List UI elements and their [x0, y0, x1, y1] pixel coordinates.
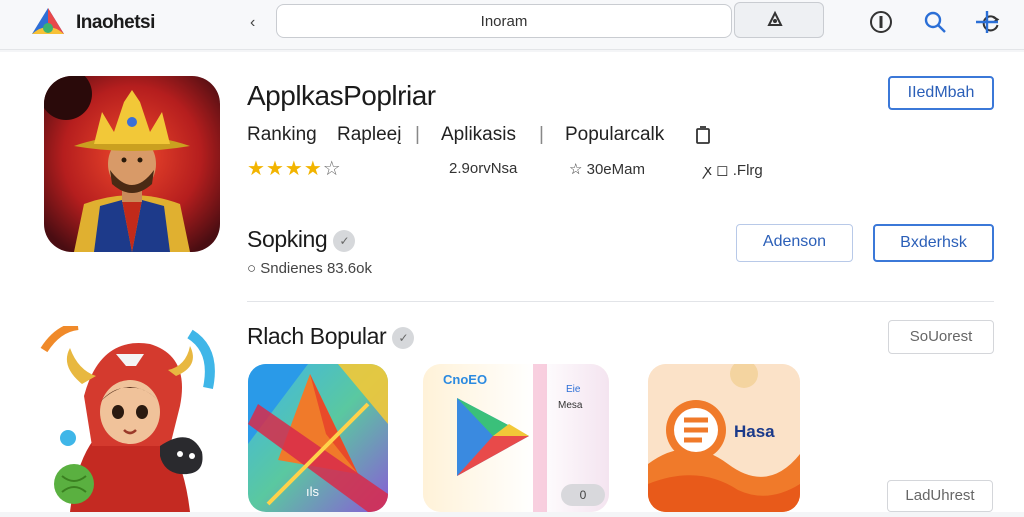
secondary-button[interactable]: Adenson: [736, 224, 853, 262]
star-icon: ★: [284, 158, 304, 180]
install-button[interactable]: IIedMbah: [888, 76, 994, 110]
section-title-2: Rlach Bopular ✓: [247, 323, 415, 350]
extension-button[interactable]: [734, 2, 824, 38]
back-icon[interactable]: ‹: [250, 14, 255, 32]
meta-category[interactable]: Aplikasis: [441, 124, 516, 146]
meta-developer[interactable]: Rapleeį: [337, 124, 401, 146]
plus-icon[interactable]: [974, 9, 1000, 35]
app-tile-1[interactable]: ıls: [248, 364, 388, 512]
tile-2-label: CnoEO: [443, 372, 488, 387]
top-bar: Inaohetsi ‹ Inoram: [0, 0, 1024, 50]
app-tile-2[interactable]: CnoEO Eie Mesa 0: [423, 364, 609, 512]
character-illustration: [40, 322, 215, 512]
tile-2-sublabel: Mesa: [558, 400, 583, 411]
app-logo-icon[interactable]: [30, 6, 66, 38]
meta-tag[interactable]: Popularcalk: [565, 124, 664, 146]
extension-icon: [767, 10, 783, 26]
see-all-button[interactable]: SoUorest: [888, 320, 994, 354]
star-half-icon: ★: [303, 158, 323, 180]
section-subtitle: ○ Sndienes 83.6ok: [247, 260, 372, 277]
meta-ranking[interactable]: Ranking: [247, 124, 317, 146]
star-icon: ★: [265, 158, 285, 180]
primary-button[interactable]: Bxderhsk: [873, 224, 994, 262]
app-tile-3[interactable]: Hasa: [648, 364, 800, 512]
brand-name: Inaohetsi: [76, 12, 155, 33]
king-illustration: [44, 76, 220, 252]
address-bar[interactable]: Inoram: [276, 4, 1000, 38]
divider: [247, 301, 994, 302]
rating-count: ☆ 30eMam: [569, 161, 645, 178]
app-icon-king[interactable]: [44, 76, 220, 252]
rating-stars: ★★★★☆: [247, 156, 342, 181]
meta-separator: |: [415, 124, 420, 145]
downloads-count: 2.9orvNsa: [449, 160, 518, 177]
section-title-1: Sopking ✓: [247, 226, 356, 253]
section-title-1-text: Sopking: [247, 226, 328, 252]
tile-3-label: Hasa: [734, 422, 775, 441]
verified-icon: ✓: [333, 229, 356, 252]
section-title-2-text: Rlach Bopular: [247, 323, 387, 349]
star-icon: ★: [247, 158, 266, 180]
chat-app-icon: [648, 364, 800, 512]
app-title: ApplkasPoplriar: [247, 80, 436, 111]
copy-icon[interactable]: [694, 125, 712, 145]
see-all-button-bottom[interactable]: LadUhrest: [887, 480, 993, 512]
app-icon-character[interactable]: [40, 322, 220, 512]
address-text[interactable]: Inoram: [277, 13, 731, 30]
search-icon[interactable]: [922, 9, 948, 35]
tile-2-sublabel: Eie: [566, 384, 581, 395]
verified-icon: ✓: [392, 326, 415, 349]
extra-info: ꭗ ◻ .Flrg: [704, 162, 763, 179]
star-empty-icon: ☆: [322, 158, 342, 180]
info-icon[interactable]: [868, 9, 894, 35]
meta-separator: |: [539, 124, 544, 145]
tile-2-badge: 0: [561, 484, 605, 506]
tile-1-label: ıls: [306, 484, 319, 499]
